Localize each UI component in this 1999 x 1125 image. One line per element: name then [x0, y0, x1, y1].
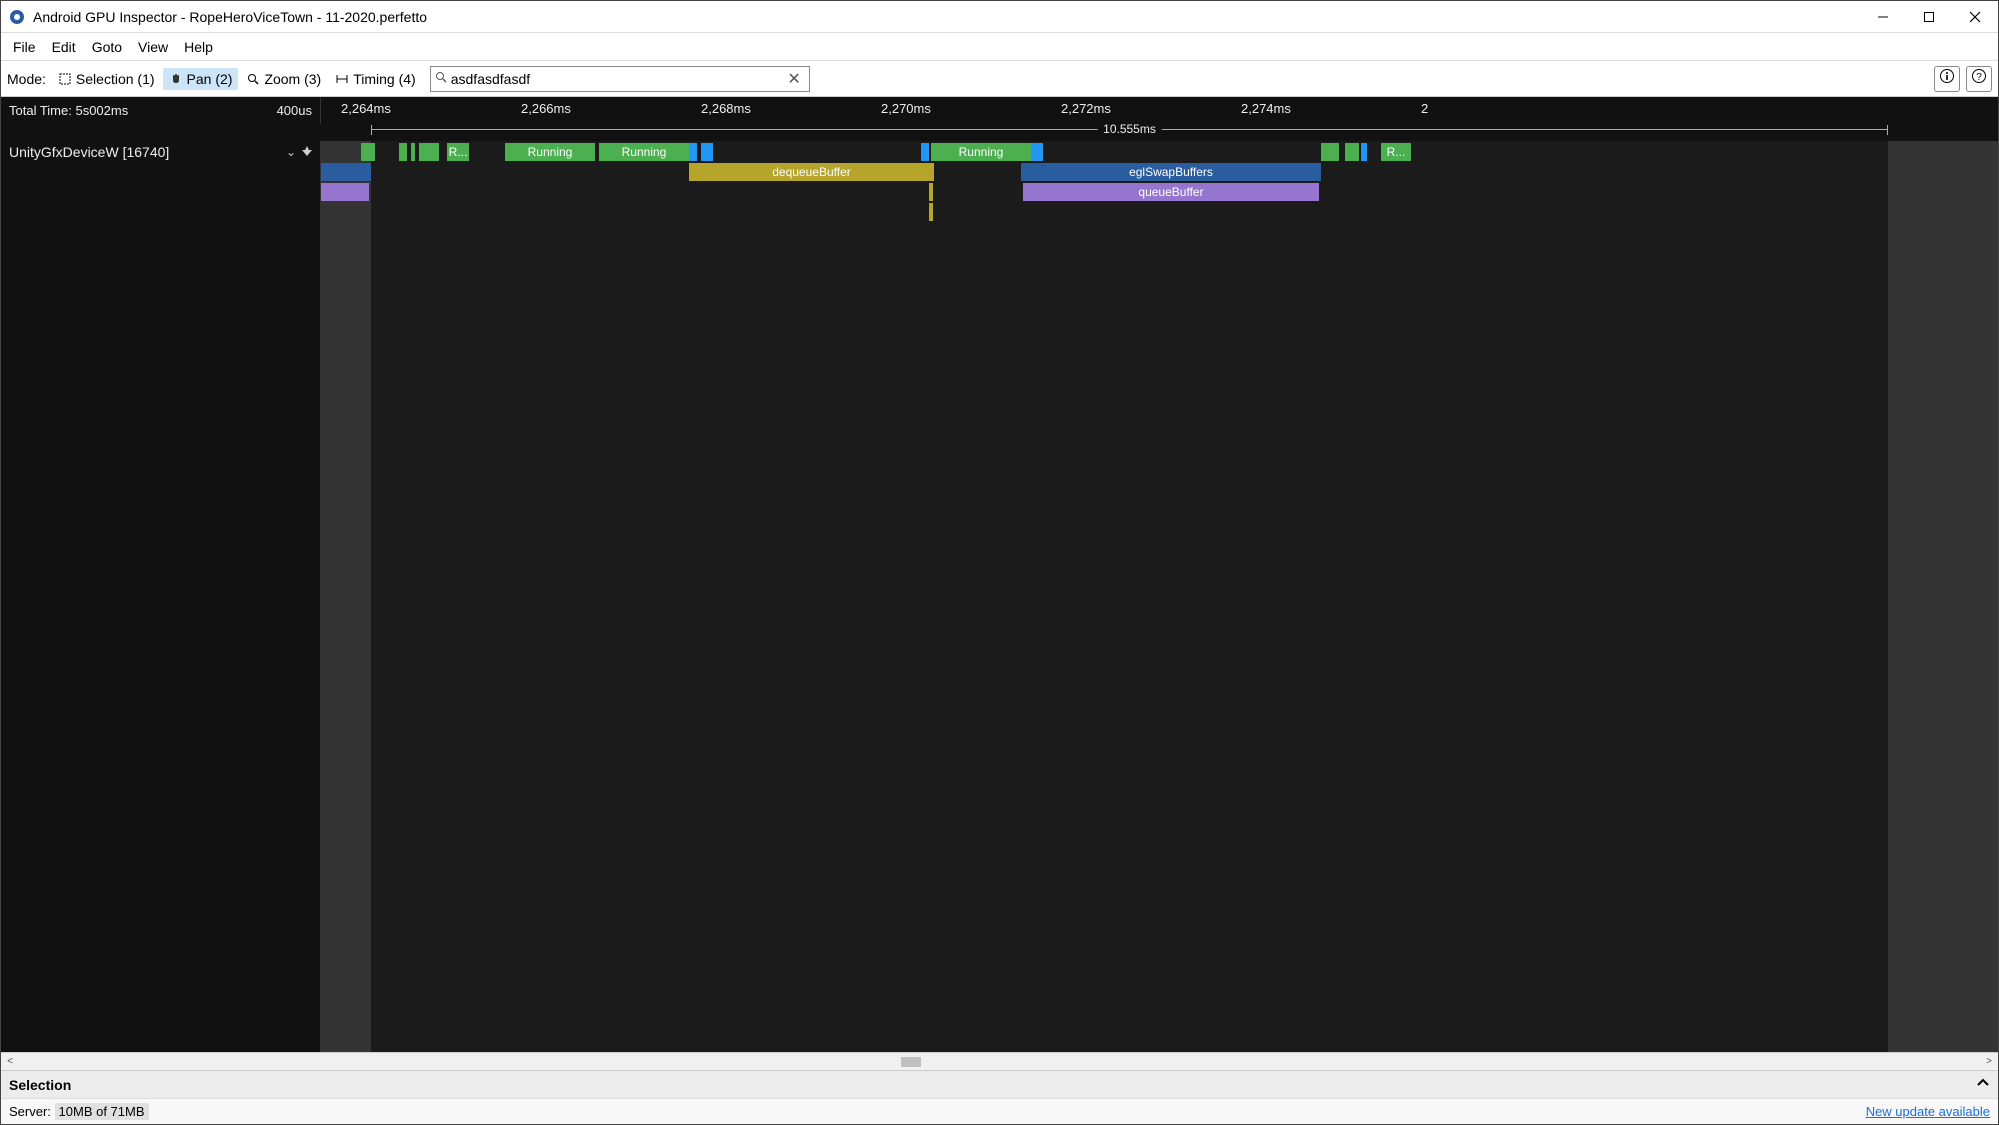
svg-text:?: ? [1976, 72, 1982, 83]
trace-bar-running[interactable] [419, 143, 439, 161]
trace-bar-running[interactable] [399, 143, 407, 161]
timeline-body: UnityGfxDeviceW [16740] ⌄ R... [1, 141, 1998, 1052]
scroll-left-icon[interactable]: < [1, 1056, 19, 1067]
total-time-label: Total Time: 5s002ms [9, 103, 128, 118]
menu-help[interactable]: Help [176, 35, 221, 59]
mode-timing-label: Timing (4) [353, 71, 416, 87]
maximize-button[interactable] [1906, 1, 1952, 33]
question-icon: ? [1971, 68, 1987, 89]
toolbar: Mode: Selection (1) Pan (2) Zoom (3) Tim… [1, 61, 1998, 97]
menu-file[interactable]: File [5, 35, 44, 59]
chevron-up-icon[interactable] [1976, 1076, 1990, 1093]
trace-bar-dequeue[interactable]: dequeueBuffer [689, 163, 934, 181]
app-icon [9, 9, 25, 25]
timeline: Total Time: 5s002ms 400us 2,264ms 2,266m… [1, 97, 1998, 1052]
info-button[interactable] [1934, 66, 1960, 92]
tick-label: 2 [1421, 101, 1428, 116]
range-bar: 10.555ms [371, 121, 1888, 137]
timeline-header: Total Time: 5s002ms 400us 2,264ms 2,266m… [1, 97, 1998, 141]
trace-bar-sleeping[interactable] [701, 143, 713, 161]
track-name: UnityGfxDeviceW [16740] [9, 144, 169, 160]
server-status: Server: 10MB of 71MB [9, 1104, 149, 1119]
trace-bar[interactable] [929, 203, 933, 221]
minimize-button[interactable] [1860, 1, 1906, 33]
trace-bar-sleeping[interactable] [1031, 143, 1043, 161]
range-label: 10.555ms [1097, 122, 1162, 136]
trace-bar-running[interactable]: Running [931, 143, 1031, 161]
titlebar: Android GPU Inspector - RopeHeroViceTown… [1, 1, 1998, 33]
trace-bar-running[interactable]: Running [505, 143, 595, 161]
tracks-area[interactable]: R... Running Running Running R... dequeu… [321, 141, 1998, 1052]
trace-bar-running[interactable]: R... [1381, 143, 1411, 161]
trace-bar-sleeping[interactable] [921, 143, 929, 161]
trace-bar-running[interactable]: Running [599, 143, 689, 161]
timing-icon [335, 72, 349, 86]
trace-bar-running[interactable] [1345, 143, 1359, 161]
trace-bar-running[interactable] [1321, 143, 1339, 161]
hand-icon [169, 72, 183, 86]
trace-bar-sleeping[interactable] [1361, 143, 1367, 161]
pin-icon[interactable] [302, 145, 312, 159]
trace-bar-running[interactable]: R... [447, 143, 469, 161]
menu-view[interactable]: View [130, 35, 176, 59]
tick-label: 2,264ms [341, 101, 391, 116]
menu-goto[interactable]: Goto [84, 35, 130, 59]
close-button[interactable] [1952, 1, 1998, 33]
trace-bar-eglswap[interactable]: eglSwapBuffers [1021, 163, 1321, 181]
trace-bar-eglswap[interactable] [321, 163, 371, 181]
mode-selection-label: Selection (1) [76, 71, 155, 87]
mode-selection[interactable]: Selection (1) [52, 68, 161, 90]
window-title: Android GPU Inspector - RopeHeroViceTown… [33, 9, 427, 25]
mode-zoom[interactable]: Zoom (3) [240, 68, 327, 90]
horizontal-scrollbar[interactable]: < > [1, 1052, 1998, 1070]
search-input[interactable] [451, 71, 784, 87]
menubar: File Edit Goto View Help [1, 33, 1998, 61]
zoom-icon [246, 72, 260, 86]
tick-label: 2,266ms [521, 101, 571, 116]
selection-label: Selection [9, 1077, 71, 1093]
scroll-thumb[interactable] [901, 1057, 921, 1067]
mode-pan[interactable]: Pan (2) [163, 68, 239, 90]
trace-bar-queue[interactable]: queueBuffer [1023, 183, 1319, 201]
search-clear-button[interactable]: ✕ [783, 69, 804, 89]
mode-zoom-label: Zoom (3) [264, 71, 321, 87]
dim-left [321, 141, 371, 1052]
tick-label: 2,274ms [1241, 101, 1291, 116]
trace-bar-running[interactable] [411, 143, 415, 161]
collapse-icon[interactable]: ⌄ [286, 145, 296, 159]
trace-bar-queue[interactable] [321, 183, 369, 201]
trace-bar-running[interactable] [361, 143, 375, 161]
mode-label: Mode: [7, 71, 50, 87]
statusbar: Server: 10MB of 71MB New update availabl… [1, 1098, 1998, 1124]
search-box: ✕ [430, 66, 810, 92]
dim-right [1888, 141, 1998, 1052]
mode-pan-label: Pan (2) [187, 71, 233, 87]
trace-bar[interactable] [929, 183, 933, 201]
tick-label: 2,272ms [1061, 101, 1111, 116]
search-icon [435, 70, 447, 88]
menu-edit[interactable]: Edit [44, 35, 84, 59]
mode-timing[interactable]: Timing (4) [329, 68, 422, 90]
scale-label: 400us [277, 103, 312, 118]
selection-panel-header[interactable]: Selection [1, 1070, 1998, 1098]
server-label: Server: [9, 1104, 51, 1119]
tick-label: 2,268ms [701, 101, 751, 116]
update-link[interactable]: New update available [1866, 1104, 1990, 1119]
track-label-row[interactable]: UnityGfxDeviceW [16740] ⌄ [1, 141, 320, 163]
server-memory: 10MB of 71MB [55, 1103, 149, 1120]
help-button[interactable]: ? [1966, 66, 1992, 92]
info-icon [1939, 68, 1955, 89]
trace-bar-sleeping[interactable] [689, 143, 697, 161]
selection-icon [58, 72, 72, 86]
scroll-right-icon[interactable]: > [1980, 1056, 1998, 1067]
tick-label: 2,270ms [881, 101, 931, 116]
